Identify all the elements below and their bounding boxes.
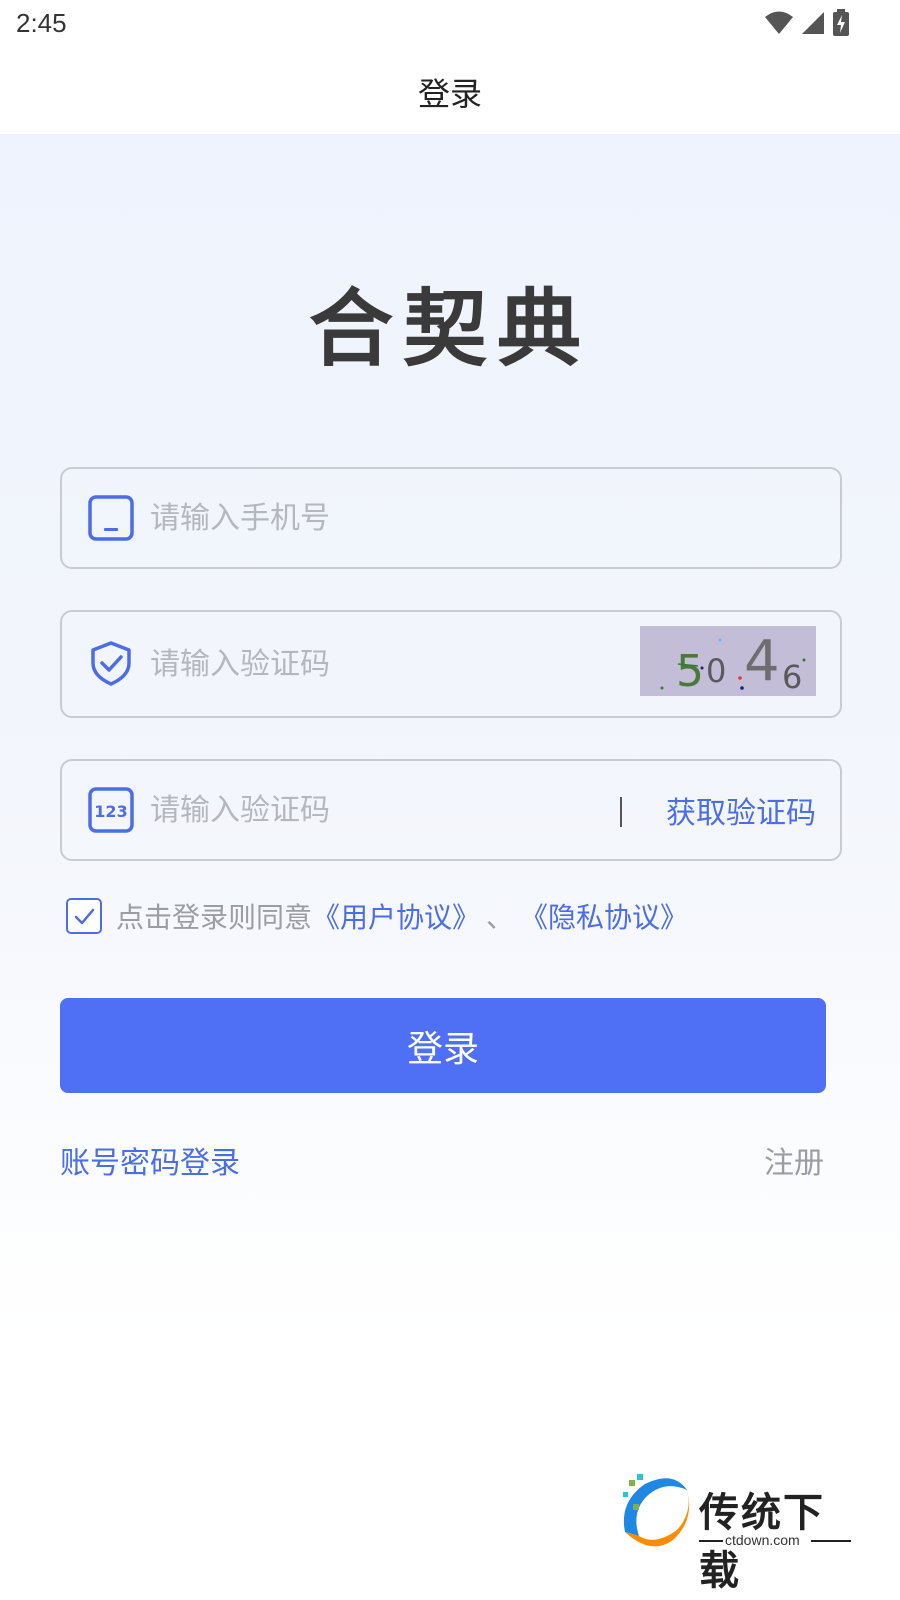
checkmark-icon	[74, 908, 95, 925]
sms-divider	[620, 797, 622, 827]
battery-charging-icon	[833, 9, 849, 36]
status-time: 2:45	[16, 8, 67, 38]
watermark-logo-icon	[623, 1474, 690, 1547]
phone-icon	[88, 495, 134, 541]
watermark-line-right	[811, 1540, 851, 1542]
login-button[interactable]: 登录	[60, 998, 826, 1093]
shield-check-icon	[91, 641, 131, 686]
phone-input[interactable]	[150, 469, 600, 567]
watermark: 传统下载 ctdown.com	[615, 1470, 865, 1594]
sms-code-field[interactable]: 123 获取验证码	[60, 759, 842, 861]
cellular-signal-icon	[802, 12, 824, 34]
sms-code-input[interactable]	[150, 761, 600, 859]
login-main: 合契典 5 0 4 6	[0, 134, 900, 1600]
captcha-char: 4	[744, 629, 780, 694]
get-code-button[interactable]: 获取验证码	[666, 761, 816, 859]
captcha-image[interactable]: 5 0 4 6	[640, 626, 816, 696]
wifi-icon	[765, 11, 793, 34]
app-logo: 合契典	[308, 279, 591, 378]
numeric-icon-label: 123	[94, 802, 127, 821]
status-bar: 2:45	[0, 0, 900, 50]
privacy-policy-link[interactable]: 《隐私协议》	[520, 896, 688, 936]
captcha-input[interactable]	[150, 612, 600, 716]
agreement-separator: 、	[486, 901, 515, 934]
captcha-char: 5	[676, 646, 704, 696]
agreement-prefix: 点击登录则同意	[116, 901, 313, 934]
captcha-char: 6	[782, 658, 802, 696]
agreement-checkbox[interactable]	[66, 898, 102, 934]
user-agreement-link[interactable]: 《用户协议》	[312, 896, 480, 936]
title-bar: 登录	[0, 50, 900, 134]
numeric-123-icon: 123	[88, 787, 134, 833]
page-title: 登录	[417, 75, 482, 113]
captcha-field[interactable]: 5 0 4 6	[60, 610, 842, 718]
register-link[interactable]: 注册	[764, 1138, 824, 1182]
phone-field[interactable]	[60, 467, 842, 569]
status-icons	[764, 8, 850, 38]
agreement-row: 点击登录则同意 《用户协议》 、 《隐私协议》	[66, 896, 688, 936]
account-password-login-link[interactable]: 账号密码登录	[60, 1138, 240, 1182]
watermark-subtitle: ctdown.com	[725, 1532, 800, 1548]
captcha-char: 0	[706, 652, 726, 690]
watermark-line-left	[699, 1540, 723, 1542]
